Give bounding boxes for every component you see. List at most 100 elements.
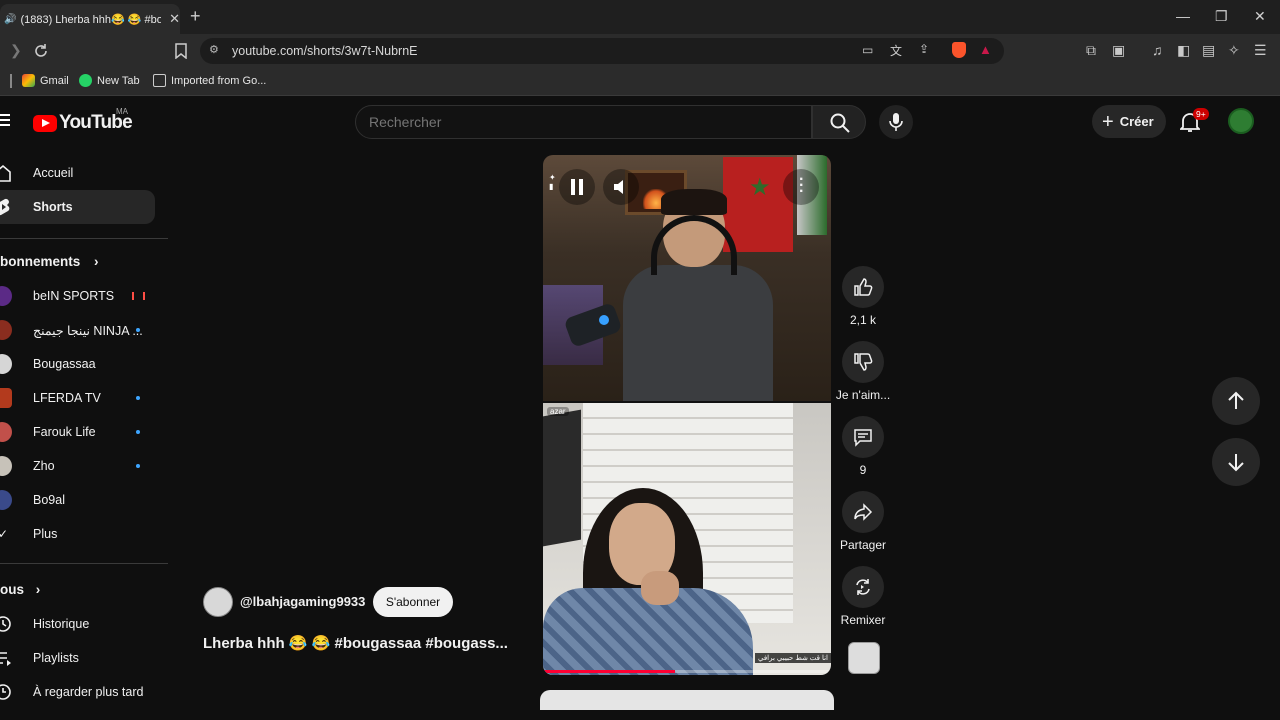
minimize-icon[interactable]: — — [1176, 8, 1190, 24]
address-bar[interactable]: ⚙ youtube.com/shorts/3w7t-NubrnE ▭ 文 ⇪ ▲ — [200, 38, 1004, 64]
video-caption: انا قت شط حبيبي برافي — [755, 653, 831, 663]
site-settings-icon[interactable]: ⚙ — [209, 43, 219, 56]
comments-button[interactable] — [842, 416, 884, 458]
reader-icon[interactable]: ▣ — [1112, 42, 1125, 59]
sidebar-item-lferda-tv[interactable]: LFERDA TV — [0, 381, 155, 415]
forward-icon[interactable]: ❯ — [10, 42, 22, 59]
media-icon[interactable]: ♫ — [1152, 42, 1163, 58]
whatsapp-icon — [79, 74, 92, 87]
wallet-icon[interactable]: ▤ — [1202, 42, 1215, 59]
sidebar-item-zho[interactable]: Zho — [0, 449, 155, 483]
speaker-icon: 🔊 — [4, 13, 17, 25]
sidebar-item-watch-later[interactable]: À regarder plus tard — [0, 675, 155, 709]
channel-avatar[interactable] — [203, 587, 233, 617]
remix-button[interactable] — [842, 566, 884, 608]
dislike-label: Je n'aim... — [835, 388, 891, 402]
sidebar-item-bein-sports[interactable]: beIN SPORTS — [0, 279, 155, 313]
sidebar-item-shorts[interactable]: Shorts — [0, 190, 155, 224]
share-label: Partager — [839, 538, 887, 552]
volume-button[interactable] — [603, 169, 639, 205]
apps-icon[interactable] — [10, 74, 12, 88]
comment-count: 9 — [859, 463, 867, 477]
subscriptions-heading[interactable]: bonnements › — [0, 254, 99, 269]
gmail-icon — [22, 74, 35, 87]
bookmark-gmail[interactable]: Gmail — [22, 74, 69, 87]
channel-name[interactable]: @lbahjagaming9933 — [240, 594, 365, 609]
controller-light — [599, 315, 609, 325]
reload-icon[interactable] — [33, 43, 49, 59]
sidebar-item-ninja[interactable]: نينجا جيمنج NINJA ... — [0, 313, 155, 347]
shorts-video-player[interactable]: ★ azar انا قت شط حبيبي برافي · · · ✦ ▮ — [543, 155, 831, 675]
extensions-icon[interactable]: ⧉ — [1086, 42, 1096, 59]
sidebar-item-more[interactable]: ✓ Plus — [0, 517, 155, 551]
next-short-button[interactable] — [1212, 438, 1260, 486]
search-button[interactable] — [812, 105, 866, 139]
flag-star-icon: ★ — [749, 174, 771, 201]
new-tab-button[interactable]: + — [190, 6, 201, 27]
translate-icon[interactable]: 文 — [890, 42, 902, 59]
channel-avatar — [0, 422, 12, 442]
chevron-down-icon: ✓ — [0, 527, 9, 541]
menu-icon[interactable]: ☰ — [1254, 42, 1267, 59]
pause-button[interactable] — [559, 169, 595, 205]
person-hand — [641, 571, 679, 605]
history-icon — [0, 616, 11, 632]
sidebar-item-home[interactable]: Accueil — [0, 156, 155, 190]
hamburger-menu-icon[interactable] — [0, 114, 10, 126]
bookmark-label: Gmail — [40, 74, 69, 87]
you-heading[interactable]: ous › — [0, 582, 40, 597]
restore-icon[interactable]: ❐ — [1215, 8, 1228, 25]
close-window-icon[interactable]: ✕ — [1254, 8, 1266, 25]
more-options-button[interactable]: · · · — [783, 169, 819, 205]
arrow-up-icon — [1228, 391, 1244, 409]
sidebar-item-label: Historique — [33, 617, 90, 631]
sidebar-item-label: نينجا جيمنج NINJA ... — [33, 323, 143, 338]
sidebar-item-farouk-life[interactable]: Farouk Life — [0, 415, 155, 449]
sidebar-item-label: Accueil — [33, 166, 74, 180]
side-indicator: ✦ ▮ — [549, 173, 556, 191]
sound-thumbnail[interactable] — [848, 642, 880, 674]
channel-avatar — [0, 320, 12, 340]
sidebar-item-label: Bougassaa — [33, 357, 96, 371]
sidebar-item-history[interactable]: Historique — [0, 607, 155, 641]
dislike-button[interactable] — [842, 341, 884, 383]
chevron-right-icon: › — [94, 254, 99, 269]
sidebar-item-bo9al[interactable]: Bo9al — [0, 483, 155, 517]
bookmark-new-tab[interactable]: New Tab — [79, 74, 140, 87]
cast-icon[interactable]: ▭ — [862, 43, 873, 57]
sidebar-divider — [0, 563, 168, 564]
subscriptions-title: bonnements — [0, 254, 81, 269]
brave-shield-icon[interactable] — [952, 42, 966, 58]
sidebar-item-bougassaa[interactable]: Bougassaa — [0, 347, 155, 381]
bookmark-label: New Tab — [97, 74, 140, 87]
search-input[interactable] — [369, 114, 769, 130]
bookmarks-bar: Gmail New Tab Imported from Go... — [0, 68, 1280, 96]
sidebar-icon[interactable]: ◧ — [1177, 42, 1190, 59]
account-avatar[interactable] — [1228, 108, 1254, 134]
short-title[interactable]: Lherba hhh 😂 😂 #bougassaa #bougass... — [203, 634, 508, 652]
live-indicator-icon — [132, 292, 145, 300]
share-button[interactable] — [842, 491, 884, 533]
thumbs-up-icon — [854, 278, 873, 296]
voice-search-button[interactable] — [879, 105, 913, 139]
create-button[interactable]: + Créer — [1092, 105, 1166, 138]
leo-ai-icon[interactable]: ✧ — [1228, 42, 1240, 59]
sidebar-item-playlists[interactable]: Playlists — [0, 641, 155, 675]
next-short-preview[interactable] — [540, 690, 834, 710]
thumbs-down-icon — [854, 353, 873, 371]
share-page-icon[interactable]: ⇪ — [919, 42, 929, 56]
bookmark-icon[interactable] — [174, 43, 188, 59]
browser-tab[interactable]: 🔊 (1883) Lherba hhh😂 😂 #bou ✕ — [0, 4, 180, 34]
like-button[interactable] — [842, 266, 884, 308]
bookmark-folder-imported[interactable]: Imported from Go... — [153, 74, 266, 87]
share-icon — [854, 503, 873, 521]
previous-short-button[interactable] — [1212, 377, 1260, 425]
close-tab-icon[interactable]: ✕ — [169, 11, 180, 27]
comment-icon — [854, 429, 872, 447]
subscribe-button[interactable]: S'abonner — [373, 587, 453, 617]
morocco-flag — [723, 157, 793, 252]
pause-icon — [571, 179, 583, 195]
video-progress-fill — [543, 670, 676, 673]
brave-rewards-icon[interactable]: ▲ — [979, 42, 992, 57]
new-content-dot — [136, 464, 140, 468]
